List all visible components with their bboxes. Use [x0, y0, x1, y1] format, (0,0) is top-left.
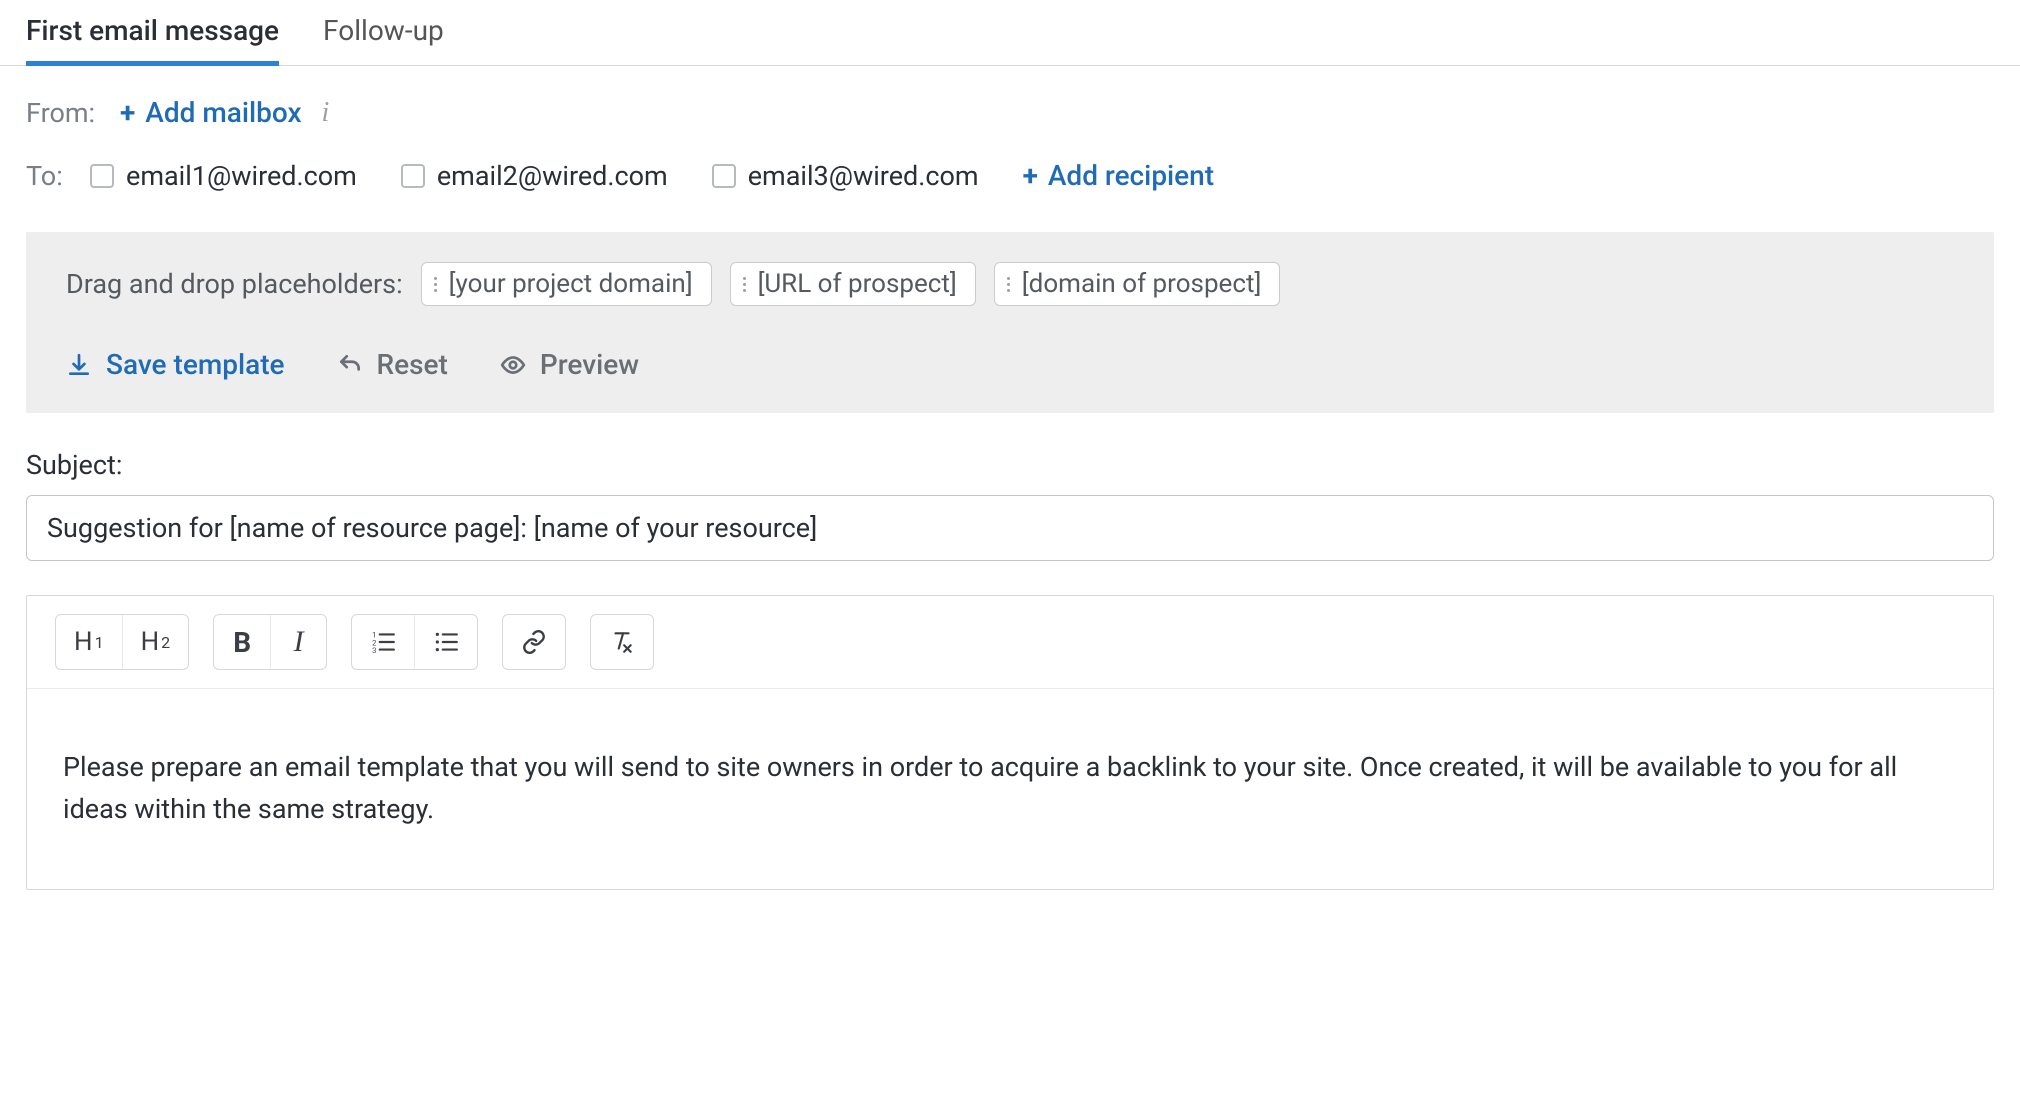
recipient-checkbox[interactable]: [401, 164, 425, 188]
ordered-list-icon: 1 2 3: [370, 629, 396, 655]
tab-first-email[interactable]: First email message: [26, 0, 279, 66]
drag-grip-icon: [1007, 277, 1012, 292]
heading1-button[interactable]: H1: [56, 615, 122, 669]
subject-section: Subject:: [0, 413, 2020, 561]
recipient-item: email3@wired.com: [712, 160, 979, 192]
drag-grip-icon: [434, 277, 439, 292]
info-icon[interactable]: i: [322, 97, 330, 129]
recipient-checkbox[interactable]: [90, 164, 114, 188]
placeholder-label: Drag and drop placeholders:: [66, 268, 403, 300]
reset-label: Reset: [377, 348, 448, 381]
recipient-checkbox[interactable]: [712, 164, 736, 188]
clear-group: [590, 614, 654, 670]
add-recipient-button[interactable]: + Add recipient: [1023, 159, 1215, 192]
italic-button[interactable]: I: [270, 615, 326, 669]
to-row: To: email1@wired.com email2@wired.com em…: [26, 159, 1994, 192]
add-mailbox-label: Add mailbox: [145, 96, 301, 129]
add-mailbox-button[interactable]: + Add mailbox: [120, 96, 302, 129]
template-toolbar: Drag and drop placeholders: [your projec…: [26, 232, 1994, 413]
ordered-list-button[interactable]: 1 2 3: [352, 615, 414, 669]
placeholder-text: [your project domain]: [449, 269, 693, 299]
preview-button[interactable]: Preview: [500, 348, 639, 381]
tabs: First email message Follow-up: [0, 0, 2020, 66]
subject-label: Subject:: [26, 449, 1994, 481]
plus-icon: +: [120, 99, 135, 127]
eye-icon: [500, 352, 526, 378]
undo-icon: [337, 352, 363, 378]
link-group: [502, 614, 566, 670]
link-icon: [521, 629, 547, 655]
placeholder-row: Drag and drop placeholders: [your projec…: [66, 262, 1954, 306]
recipient-email: email2@wired.com: [437, 160, 668, 192]
format-group: B I: [213, 614, 327, 670]
placeholder-chip[interactable]: [domain of prospect]: [994, 262, 1281, 306]
heading-group: H1 H2: [55, 614, 189, 670]
from-label: From:: [26, 97, 106, 129]
drag-grip-icon: [743, 277, 748, 292]
editor-toolbar: H1 H2 B I 1 2 3: [27, 596, 1993, 689]
placeholder-text: [URL of prospect]: [758, 269, 957, 299]
from-row: From: + Add mailbox i: [26, 96, 1994, 129]
subject-input[interactable]: [26, 495, 1994, 561]
save-template-button[interactable]: Save template: [66, 348, 285, 381]
plus-icon: +: [1023, 162, 1038, 190]
recipient-item: email2@wired.com: [401, 160, 668, 192]
recipient-item: email1@wired.com: [90, 160, 357, 192]
clear-format-icon: [609, 629, 635, 655]
clear-format-button[interactable]: [591, 615, 653, 669]
bold-button[interactable]: B: [214, 615, 270, 669]
heading2-button[interactable]: H2: [122, 615, 189, 669]
to-label: To:: [26, 160, 76, 192]
placeholder-text: [domain of prospect]: [1022, 269, 1262, 299]
link-button[interactable]: [503, 615, 565, 669]
unordered-list-icon: [433, 629, 459, 655]
tab-follow-up[interactable]: Follow-up: [323, 0, 444, 66]
recipient-email: email3@wired.com: [748, 160, 979, 192]
template-actions: Save template Reset Preview: [66, 348, 1954, 381]
add-recipient-label: Add recipient: [1048, 159, 1214, 192]
placeholder-chip[interactable]: [URL of prospect]: [730, 262, 976, 306]
preview-label: Preview: [540, 348, 639, 381]
svg-text:3: 3: [372, 646, 376, 655]
list-group: 1 2 3: [351, 614, 478, 670]
recipient-email: email1@wired.com: [126, 160, 357, 192]
editor: H1 H2 B I 1 2 3: [26, 595, 1994, 890]
editor-body[interactable]: Please prepare an email template that yo…: [27, 689, 1993, 889]
placeholder-chip[interactable]: [your project domain]: [421, 262, 712, 306]
download-icon: [66, 352, 92, 378]
unordered-list-button[interactable]: [414, 615, 477, 669]
save-template-label: Save template: [106, 348, 285, 381]
reset-button[interactable]: Reset: [337, 348, 448, 381]
